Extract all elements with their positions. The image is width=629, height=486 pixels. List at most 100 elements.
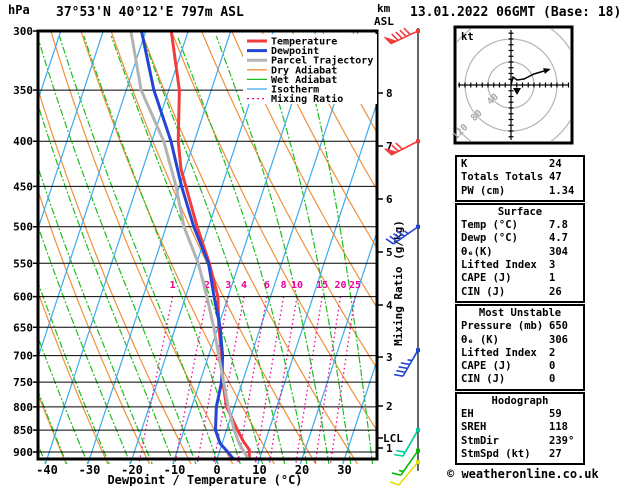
pressure-tick-label: 350: [13, 84, 33, 97]
table-row: CAPE (J) 0: [457, 360, 583, 373]
stat-value: 650: [549, 320, 568, 333]
stat-label: Lifted Index: [461, 346, 537, 359]
temp-axis-title: Dewpoint / Temperature (°C): [107, 473, 302, 486]
page-title: 37°53'N 40°12'E 797m ASL: [56, 5, 244, 20]
mixing-ratio-label: 8: [281, 280, 287, 291]
stats-box: Hodograph EH 59 SREH 118 StmDir 239° StmSpd (kt…: [455, 391, 585, 466]
stat-value: 7.8: [549, 219, 568, 232]
temp-tick-label: -30: [79, 463, 101, 477]
table-row: Totals Totals 47: [457, 171, 583, 184]
table-row: PW (cm) 1.34: [457, 185, 583, 198]
stat-label: Lifted Index: [461, 259, 537, 272]
stat-value: 24: [549, 158, 562, 170]
pressure-tick-label: 300: [13, 25, 33, 38]
stat-value: 26: [549, 285, 562, 298]
wind-barb: [384, 27, 420, 45]
stat-value: 1.34: [549, 184, 575, 197]
table-row: StmDir 239°: [457, 435, 583, 448]
stat-label: EH: [461, 408, 474, 421]
altitude-tick-label: 8: [386, 87, 393, 100]
stat-label: K: [461, 158, 468, 170]
stat-value: 304: [549, 245, 568, 258]
mixing-ratio-label: 4: [241, 280, 247, 291]
wind-barb: [393, 348, 420, 377]
table-row: Temp (°C) 7.8: [457, 219, 583, 232]
mixing-ratio-line: [329, 296, 356, 464]
temp-tick-label: 30: [337, 463, 351, 477]
stat-label: CAPE (J): [461, 360, 512, 373]
pressure-tick-label: 500: [13, 221, 33, 234]
table-row: CAPE (J) 1: [457, 272, 583, 285]
table-row: EH 59: [457, 408, 583, 421]
wet-adiabat-line: [83, 35, 241, 464]
altitude-tick-label: 6: [386, 193, 393, 206]
mixing-ratio-label: 25: [349, 280, 361, 291]
altitude-axis-unit: km: [377, 2, 391, 15]
stat-value: 2: [549, 346, 556, 359]
sounding-screenshot: 300 350 400 450 500 550 600 650 700 750 800 850 900 1…: [0, 0, 629, 486]
stat-label: CIN (J): [461, 373, 506, 386]
stat-label: Pressure (mb): [461, 320, 544, 333]
pressure-axis-unit: hPa: [8, 3, 30, 17]
stat-label: Dewp (°C): [461, 232, 518, 245]
stat-label: StmSpd (kt): [461, 447, 531, 460]
mixing-ratio-line: [138, 296, 174, 464]
stat-value: 306: [549, 333, 568, 346]
indices-tables: K 24 Totals Totals 47 PW (cm) 1.34 Surface Temp…: [455, 155, 585, 466]
table-title: Surface: [497, 205, 543, 218]
stat-value: 239°: [549, 434, 575, 447]
pressure-tick-label: 550: [13, 257, 33, 270]
table-title: Most Unstable: [478, 306, 562, 319]
pressure-tick-label: 400: [13, 135, 33, 148]
table-row: CIN (J) 26: [457, 286, 583, 299]
table-title: Hodograph: [491, 394, 549, 407]
stat-label: PW (cm): [461, 184, 506, 197]
legend-label: Mixing Ratio: [271, 93, 343, 105]
mixing-ratio-label: 6: [264, 280, 270, 291]
altitude-tick-label: 2: [386, 400, 393, 413]
table-row: Pressure (mb) 650: [457, 320, 583, 333]
table-row: Dewp (°C) 4.7: [457, 232, 583, 245]
pressure-tick-label: 600: [13, 291, 33, 304]
sounding-profiles: [129, 31, 251, 461]
stat-value: 1: [549, 272, 556, 285]
table-row: StmSpd (kt) 27: [457, 448, 583, 461]
stats-box: Surface Temp (°C) 7.8 Dewp (°C) 4.7 θₑ(K) 304 L…: [455, 202, 585, 303]
temp-tick-label: -40: [36, 463, 58, 477]
profile-parcel-trajectory: [129, 31, 250, 460]
mixing-ratio-label: 3: [225, 280, 231, 291]
mixing-ratio-label: 20: [334, 280, 346, 291]
credit-footer: © weatheronline.co.uk: [447, 467, 599, 481]
pressure-tick-label: 650: [13, 321, 33, 334]
table-row: Lifted Index 3: [457, 259, 583, 272]
table-row: SREH 118: [457, 421, 583, 434]
hodograph-unit-label: kt: [461, 31, 474, 43]
pressure-tick-label: 900: [13, 446, 33, 459]
pressure-tick-label: 750: [13, 376, 33, 389]
table-row: θₑ (K) 306: [457, 334, 583, 347]
stat-label: CAPE (J): [461, 272, 512, 285]
wind-barb: [389, 460, 420, 486]
table-row: Lifted Index 2: [457, 347, 583, 360]
mixing-ratio-line: [268, 296, 298, 464]
stat-label: Temp (°C): [461, 219, 518, 232]
stat-value: 27: [549, 447, 562, 460]
pressure-tick-label: 450: [13, 180, 33, 193]
stat-value: 0: [549, 360, 556, 373]
lcl-label: LCL: [383, 432, 403, 445]
altitude-axis-unit-sub: ASL: [374, 15, 394, 28]
stat-label: θₑ(K): [461, 245, 493, 258]
stat-label: SREH: [461, 421, 487, 434]
stat-value: 47: [549, 171, 562, 184]
datetime-label: 13.01.2022 06GMT (Base: 18): [410, 5, 622, 20]
stat-value: 4.7: [549, 232, 568, 245]
stats-box: Most Unstable Pressure (mb) 650 θₑ (K) 306 Li…: [455, 303, 585, 391]
stat-label: CIN (J): [461, 285, 506, 298]
pressure-tick-label: 700: [13, 350, 33, 363]
stat-value: 3: [549, 259, 556, 272]
stat-label: θₑ (K): [461, 333, 499, 346]
mixing-ratio-label: 1: [170, 280, 176, 291]
isotherm-line: [44, 31, 189, 464]
pressure-tick-label: 850: [13, 424, 33, 437]
stat-value: 0: [549, 373, 556, 386]
